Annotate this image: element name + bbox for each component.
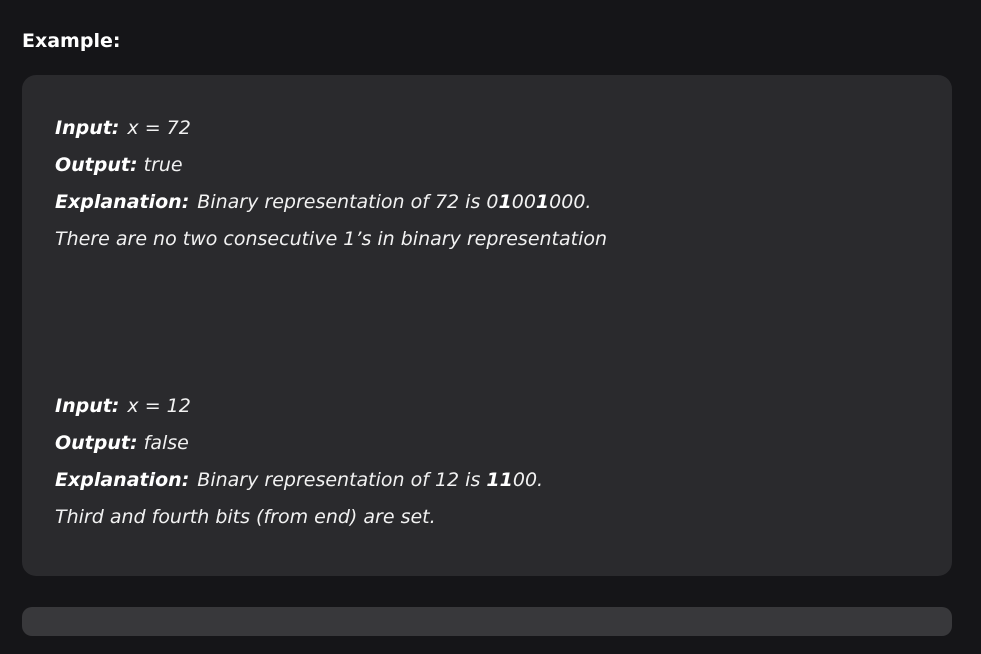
input-label: Input: <box>55 395 120 417</box>
page: Example: Input: x = 72 Output: true Expla… <box>0 0 981 654</box>
output-line: Output: false <box>55 425 935 462</box>
binary-value: 01001000 <box>486 191 585 213</box>
binary-digit-highlight: 11 <box>486 469 513 491</box>
input-line: Input: x = 72 <box>55 110 935 147</box>
output-value: true <box>143 154 183 176</box>
next-section-bar <box>22 607 952 636</box>
output-line: Output: true <box>55 147 935 184</box>
explanation-label: Explanation: <box>55 191 190 213</box>
binary-digit: 000 <box>549 191 586 213</box>
explanation-extra-line: Third and fourth bits (from end) are set… <box>55 506 436 528</box>
binary-digit: 00 <box>512 469 538 491</box>
binary-value: 1100 <box>486 469 537 491</box>
binary-digit-highlight: 1 <box>535 191 550 213</box>
explanation-extra-line: There are no two consecutive 1’s in bina… <box>55 228 608 250</box>
explanation-line: Explanation: Binary representation of 72 … <box>55 184 935 221</box>
explanation-line: Explanation: Binary representation of 12 … <box>55 462 935 499</box>
example-card: Input: x = 72 Output: true Explanation: Bi… <box>22 75 952 576</box>
output-label: Output: <box>55 432 138 454</box>
input-line: Input: x = 12 <box>55 388 935 425</box>
output-label: Output: <box>55 154 138 176</box>
output-value: false <box>143 432 189 454</box>
explanation-suffix: . <box>585 191 592 213</box>
explanation-label: Explanation: <box>55 469 190 491</box>
binary-digit: 00 <box>511 191 536 213</box>
explanation-text: Binary representation of 12 is <box>197 469 481 491</box>
binary-digit: 0 <box>486 191 499 213</box>
input-value: x = 72 <box>127 117 191 139</box>
example-block-1: Input: x = 72 Output: true Explanation: Bi… <box>55 110 935 258</box>
input-value: x = 12 <box>127 395 191 417</box>
explanation-text: Binary representation of 72 is <box>197 191 481 213</box>
explanation-suffix: . <box>537 469 544 491</box>
example-heading: Example: <box>22 30 121 52</box>
binary-digit-highlight: 1 <box>498 191 512 213</box>
example-block-2: Input: x = 12 Output: false Explanation: B… <box>55 388 935 536</box>
input-label: Input: <box>55 117 120 139</box>
